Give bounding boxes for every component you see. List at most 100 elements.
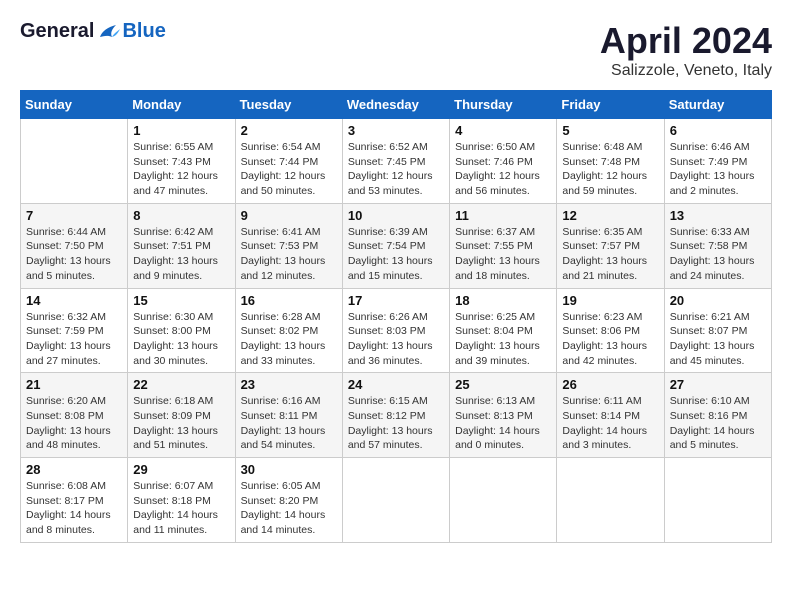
calendar-cell: 8 Sunrise: 6:42 AMSunset: 7:51 PMDaylight… <box>128 203 235 288</box>
week-row-5: 28 Sunrise: 6:08 AMSunset: 8:17 PMDayligh… <box>21 458 772 543</box>
day-info: Sunrise: 6:55 AMSunset: 7:43 PMDaylight:… <box>133 140 229 199</box>
day-info: Sunrise: 6:26 AMSunset: 8:03 PMDaylight:… <box>348 310 444 369</box>
day-info: Sunrise: 6:07 AMSunset: 8:18 PMDaylight:… <box>133 479 229 538</box>
calendar-cell: 22 Sunrise: 6:18 AMSunset: 8:09 PMDayligh… <box>128 373 235 458</box>
title-section: April 2024 Salizzole, Veneto, Italy <box>600 20 772 80</box>
calendar-cell: 20 Sunrise: 6:21 AMSunset: 8:07 PMDayligh… <box>664 288 771 373</box>
day-info: Sunrise: 6:23 AMSunset: 8:06 PMDaylight:… <box>562 310 658 369</box>
day-number: 4 <box>455 123 551 138</box>
day-info: Sunrise: 6:39 AMSunset: 7:54 PMDaylight:… <box>348 225 444 284</box>
day-info: Sunrise: 6:35 AMSunset: 7:57 PMDaylight:… <box>562 225 658 284</box>
day-info: Sunrise: 6:37 AMSunset: 7:55 PMDaylight:… <box>455 225 551 284</box>
day-number: 11 <box>455 208 551 223</box>
calendar-cell: 5 Sunrise: 6:48 AMSunset: 7:48 PMDaylight… <box>557 119 664 204</box>
day-number: 12 <box>562 208 658 223</box>
calendar-cell <box>450 458 557 543</box>
day-info: Sunrise: 6:18 AMSunset: 8:09 PMDaylight:… <box>133 394 229 453</box>
day-number: 30 <box>241 462 337 477</box>
day-info: Sunrise: 6:13 AMSunset: 8:13 PMDaylight:… <box>455 394 551 453</box>
header-friday: Friday <box>557 91 664 119</box>
day-number: 3 <box>348 123 444 138</box>
day-number: 16 <box>241 293 337 308</box>
header-wednesday: Wednesday <box>342 91 449 119</box>
day-number: 18 <box>455 293 551 308</box>
calendar-cell: 7 Sunrise: 6:44 AMSunset: 7:50 PMDaylight… <box>21 203 128 288</box>
day-number: 24 <box>348 377 444 392</box>
page-header: General Blue April 2024 Salizzole, Venet… <box>20 20 772 80</box>
header-tuesday: Tuesday <box>235 91 342 119</box>
day-info: Sunrise: 6:16 AMSunset: 8:11 PMDaylight:… <box>241 394 337 453</box>
day-number: 1 <box>133 123 229 138</box>
day-info: Sunrise: 6:11 AMSunset: 8:14 PMDaylight:… <box>562 394 658 453</box>
day-info: Sunrise: 6:50 AMSunset: 7:46 PMDaylight:… <box>455 140 551 199</box>
day-number: 21 <box>26 377 122 392</box>
day-info: Sunrise: 6:32 AMSunset: 7:59 PMDaylight:… <box>26 310 122 369</box>
day-number: 25 <box>455 377 551 392</box>
day-info: Sunrise: 6:10 AMSunset: 8:16 PMDaylight:… <box>670 394 766 453</box>
week-row-3: 14 Sunrise: 6:32 AMSunset: 7:59 PMDayligh… <box>21 288 772 373</box>
calendar-cell: 2 Sunrise: 6:54 AMSunset: 7:44 PMDaylight… <box>235 119 342 204</box>
day-number: 22 <box>133 377 229 392</box>
day-number: 5 <box>562 123 658 138</box>
day-number: 9 <box>241 208 337 223</box>
day-info: Sunrise: 6:48 AMSunset: 7:48 PMDaylight:… <box>562 140 658 199</box>
day-number: 14 <box>26 293 122 308</box>
day-number: 10 <box>348 208 444 223</box>
calendar-cell: 25 Sunrise: 6:13 AMSunset: 8:13 PMDayligh… <box>450 373 557 458</box>
day-info: Sunrise: 6:44 AMSunset: 7:50 PMDaylight:… <box>26 225 122 284</box>
calendar-cell: 13Sunrise: 6:33 AMSunset: 7:58 PMDayligh… <box>664 203 771 288</box>
calendar-cell: 27 Sunrise: 6:10 AMSunset: 8:16 PMDayligh… <box>664 373 771 458</box>
logo-blue-text: Blue <box>122 20 165 43</box>
day-info: Sunrise: 6:25 AMSunset: 8:04 PMDaylight:… <box>455 310 551 369</box>
calendar-cell <box>342 458 449 543</box>
day-number: 27 <box>670 377 766 392</box>
day-number: 29 <box>133 462 229 477</box>
calendar-cell: 18 Sunrise: 6:25 AMSunset: 8:04 PMDayligh… <box>450 288 557 373</box>
calendar-body: 1 Sunrise: 6:55 AMSunset: 7:43 PMDaylight… <box>21 119 772 543</box>
calendar-cell: 14 Sunrise: 6:32 AMSunset: 7:59 PMDayligh… <box>21 288 128 373</box>
day-info: Sunrise: 6:21 AMSunset: 8:07 PMDaylight:… <box>670 310 766 369</box>
location-text: Salizzole, Veneto, Italy <box>600 62 772 80</box>
calendar-cell: 16 Sunrise: 6:28 AMSunset: 8:02 PMDayligh… <box>235 288 342 373</box>
day-info: Sunrise: 6:42 AMSunset: 7:51 PMDaylight:… <box>133 225 229 284</box>
calendar-header: SundayMondayTuesdayWednesdayThursdayFrid… <box>21 91 772 119</box>
day-number: 26 <box>562 377 658 392</box>
calendar-cell: 6 Sunrise: 6:46 AMSunset: 7:49 PMDaylight… <box>664 119 771 204</box>
logo: General Blue <box>20 20 166 43</box>
calendar-cell: 17Sunrise: 6:26 AMSunset: 8:03 PMDayligh… <box>342 288 449 373</box>
calendar-cell: 15Sunrise: 6:30 AMSunset: 8:00 PMDayligh… <box>128 288 235 373</box>
calendar-cell: 23 Sunrise: 6:16 AMSunset: 8:11 PMDayligh… <box>235 373 342 458</box>
calendar-cell: 4 Sunrise: 6:50 AMSunset: 7:46 PMDaylight… <box>450 119 557 204</box>
day-info: Sunrise: 6:54 AMSunset: 7:44 PMDaylight:… <box>241 140 337 199</box>
header-row: SundayMondayTuesdayWednesdayThursdayFrid… <box>21 91 772 119</box>
day-info: Sunrise: 6:30 AMSunset: 8:00 PMDaylight:… <box>133 310 229 369</box>
calendar-table: SundayMondayTuesdayWednesdayThursdayFrid… <box>20 90 772 543</box>
day-number: 20 <box>670 293 766 308</box>
day-info: Sunrise: 6:28 AMSunset: 8:02 PMDaylight:… <box>241 310 337 369</box>
day-number: 28 <box>26 462 122 477</box>
week-row-1: 1 Sunrise: 6:55 AMSunset: 7:43 PMDaylight… <box>21 119 772 204</box>
month-title: April 2024 <box>600 20 772 62</box>
day-number: 6 <box>670 123 766 138</box>
day-info: Sunrise: 6:08 AMSunset: 8:17 PMDaylight:… <box>26 479 122 538</box>
calendar-cell: 12 Sunrise: 6:35 AMSunset: 7:57 PMDayligh… <box>557 203 664 288</box>
day-number: 2 <box>241 123 337 138</box>
day-info: Sunrise: 6:46 AMSunset: 7:49 PMDaylight:… <box>670 140 766 199</box>
calendar-cell: 21Sunrise: 6:20 AMSunset: 8:08 PMDayligh… <box>21 373 128 458</box>
calendar-cell: 26 Sunrise: 6:11 AMSunset: 8:14 PMDayligh… <box>557 373 664 458</box>
calendar-cell: 30Sunrise: 6:05 AMSunset: 8:20 PMDayligh… <box>235 458 342 543</box>
day-info: Sunrise: 6:15 AMSunset: 8:12 PMDaylight:… <box>348 394 444 453</box>
logo-general-text: General <box>20 20 94 43</box>
day-number: 23 <box>241 377 337 392</box>
header-monday: Monday <box>128 91 235 119</box>
day-number: 7 <box>26 208 122 223</box>
day-number: 13 <box>670 208 766 223</box>
calendar-cell <box>21 119 128 204</box>
calendar-cell: 28 Sunrise: 6:08 AMSunset: 8:17 PMDayligh… <box>21 458 128 543</box>
calendar-cell: 1 Sunrise: 6:55 AMSunset: 7:43 PMDaylight… <box>128 119 235 204</box>
calendar-cell <box>557 458 664 543</box>
calendar-cell: 29 Sunrise: 6:07 AMSunset: 8:18 PMDayligh… <box>128 458 235 543</box>
header-saturday: Saturday <box>664 91 771 119</box>
day-number: 8 <box>133 208 229 223</box>
header-thursday: Thursday <box>450 91 557 119</box>
